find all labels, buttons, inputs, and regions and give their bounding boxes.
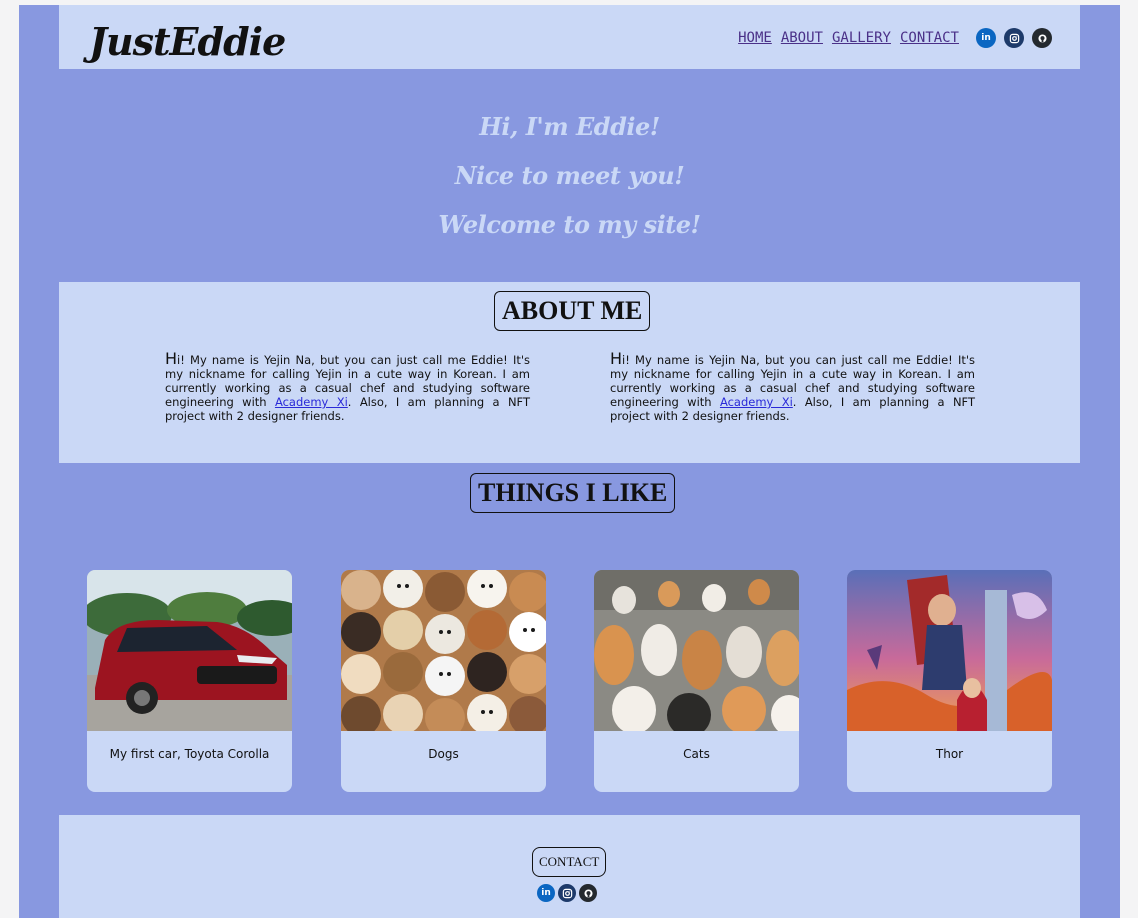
card-caption: Cats (683, 747, 710, 761)
about-title: ABOUT ME (494, 291, 651, 331)
nav-gallery-link[interactable]: GALLERY (832, 30, 891, 46)
footer-social-links: in (537, 884, 597, 902)
nav-home-link[interactable]: HOME (738, 30, 772, 46)
cats-image (594, 570, 799, 731)
site-header: JustEddie HOME ABOUT GALLERY CONTACT in (59, 5, 1080, 69)
contact-button[interactable]: CONTACT (532, 847, 607, 877)
about-drop-letter: H (165, 349, 178, 368)
hero-greeting: Hi, I'm Eddie! (479, 112, 660, 141)
car-image (87, 570, 292, 731)
about-drop-letter: H (610, 349, 623, 368)
github-icon[interactable] (579, 884, 597, 902)
instagram-icon[interactable] (558, 884, 576, 902)
linkedin-icon[interactable]: in (976, 28, 996, 48)
like-card-cats[interactable]: Cats (594, 570, 799, 792)
like-card-car[interactable]: My first car, Toyota Corolla (87, 570, 292, 792)
about-paragraph-right: Hi! My name is Yejin Na, but you can jus… (610, 349, 975, 424)
card-caption: Dogs (428, 747, 459, 761)
dogs-image (341, 570, 546, 731)
site-logo[interactable]: JustEddie (89, 19, 286, 64)
hero-welcome: Welcome to my site! (438, 210, 701, 239)
site-footer: CONTACT in (59, 815, 1080, 918)
hero-nice-to-meet: Nice to meet you! (454, 161, 685, 190)
nav-contact-link[interactable]: CONTACT (900, 30, 959, 46)
linkedin-icon[interactable]: in (537, 884, 555, 902)
like-card-dogs[interactable]: Dogs (341, 570, 546, 792)
main-nav: HOME ABOUT GALLERY CONTACT in (738, 28, 1052, 48)
nav-about-link[interactable]: ABOUT (781, 30, 823, 46)
card-caption: My first car, Toyota Corolla (109, 747, 270, 761)
about-section: ABOUT ME Hi! My name is Yejin Na, but yo… (59, 282, 1080, 463)
things-title: THINGS I LIKE (470, 473, 676, 513)
thor-poster-image (847, 570, 1052, 731)
academy-xi-link[interactable]: Academy Xi (275, 395, 348, 409)
instagram-icon[interactable] (1004, 28, 1024, 48)
card-caption: Thor (935, 747, 964, 761)
github-icon[interactable] (1032, 28, 1052, 48)
like-card-thor[interactable]: Thor (847, 570, 1052, 792)
about-paragraph-left: Hi! My name is Yejin Na, but you can jus… (165, 349, 530, 424)
academy-xi-link[interactable]: Academy Xi (720, 395, 793, 409)
